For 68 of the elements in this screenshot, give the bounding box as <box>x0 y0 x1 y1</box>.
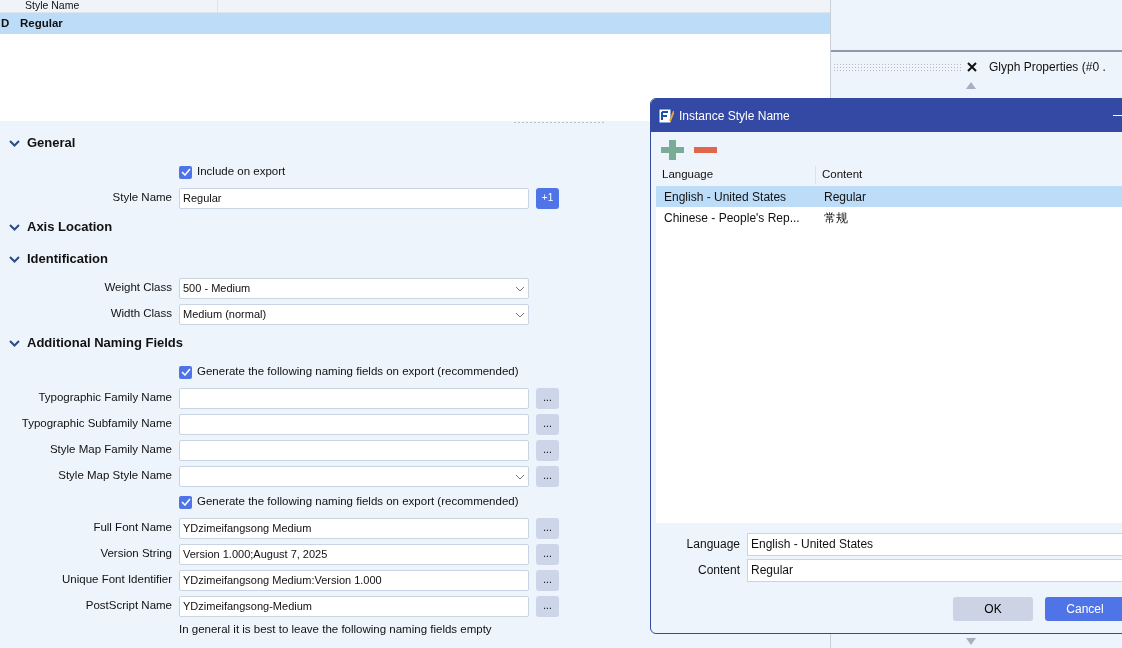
field-label: Style Map Family Name <box>48 442 172 458</box>
more-button[interactable]: ... <box>536 569 559 591</box>
column-header[interactable]: Language <box>656 166 816 184</box>
checkbox[interactable] <box>179 165 192 179</box>
more-button[interactable]: ... <box>536 543 559 565</box>
input-field[interactable] <box>179 387 529 409</box>
add-button[interactable]: +1 <box>536 187 559 209</box>
input-field[interactable]: English - United States <box>747 532 1122 556</box>
field-label: Style Name <box>111 190 172 206</box>
input-field[interactable] <box>179 439 529 461</box>
more-button[interactable]: ... <box>536 387 559 409</box>
minimize-icon[interactable] <box>1113 114 1122 117</box>
input-field[interactable]: YDzimeifangsong-Medium <box>179 595 529 617</box>
field-label: Version String <box>99 546 172 562</box>
caret-icon <box>515 473 525 480</box>
chevron-icon[interactable] <box>9 337 20 349</box>
more-button[interactable]: ... <box>536 517 559 539</box>
window-title: Instance Style Name <box>679 107 790 125</box>
section-title[interactable]: General <box>27 133 76 153</box>
list-row[interactable]: D Regular <box>0 13 830 34</box>
table-row[interactable]: English - United States Regular <box>656 186 1122 207</box>
section-title[interactable]: Axis Location <box>27 217 113 237</box>
splitter-grip-icon[interactable] <box>514 121 606 124</box>
input-field[interactable] <box>179 413 529 435</box>
ok-button[interactable]: OK <box>953 597 1033 621</box>
column-header[interactable]: Content <box>816 166 863 184</box>
close-icon[interactable] <box>967 62 977 72</box>
field-label: Typographic Family Name <box>37 390 172 406</box>
input-field[interactable]: YDzimeifangsong Medium <box>179 517 529 539</box>
add-icon[interactable] <box>661 140 684 160</box>
field-label: Style Map Style Name <box>57 468 172 484</box>
caret-icon <box>515 285 525 292</box>
hint-text: In general it is best to leave the following naming fields empty <box>179 622 493 637</box>
more-button[interactable]: ... <box>536 465 559 487</box>
field-label: Content <box>696 562 740 579</box>
dropdown[interactable]: Medium (normal) <box>179 303 529 325</box>
chevron-icon[interactable] <box>9 137 20 149</box>
checkbox[interactable] <box>179 495 192 509</box>
scroll-up-icon[interactable] <box>966 82 976 89</box>
checkbox[interactable] <box>179 365 192 379</box>
caret-icon <box>515 311 525 318</box>
input-field[interactable]: Version 1.000;August 7, 2025 <box>179 543 529 565</box>
field-label: Weight Class <box>103 280 172 296</box>
field-label: Language <box>685 536 740 553</box>
field-label: Full Font Name <box>92 520 172 536</box>
cancel-button[interactable]: Cancel <box>1045 597 1122 621</box>
input-field[interactable]: YDzimeifangsong Medium:Version 1.000 <box>179 569 529 591</box>
field-label: Unique Font Identifier <box>61 572 172 588</box>
input-field[interactable]: Regular <box>747 558 1122 582</box>
more-button[interactable]: ... <box>536 413 559 435</box>
section-title[interactable]: Identification <box>27 249 108 269</box>
panel-title: Glyph Properties (#0 . <box>989 59 1106 76</box>
field-label: Width Class <box>109 306 172 322</box>
field-label: PostScript Name <box>84 598 172 614</box>
checkbox-label: Generate the following naming fields on export (recommended) <box>197 494 519 510</box>
chevron-icon[interactable] <box>9 221 20 233</box>
checkbox-label: Include on export <box>197 164 286 180</box>
scroll-down-icon[interactable] <box>966 638 976 645</box>
dropdown[interactable]: 500 - Medium <box>179 277 529 299</box>
field-label: Typographic Subfamily Name <box>20 416 172 432</box>
checkbox-label: Generate the following naming fields on export (recommended) <box>197 364 519 380</box>
more-button[interactable]: ... <box>536 439 559 461</box>
chevron-icon[interactable] <box>9 253 20 265</box>
section-title[interactable]: Additional Naming Fields <box>27 333 183 353</box>
app-icon <box>658 107 674 124</box>
table-row[interactable]: Chinese - People's Rep... 常规 <box>656 207 1122 228</box>
more-button[interactable]: ... <box>536 595 559 617</box>
input-field[interactable]: Regular <box>179 187 529 209</box>
